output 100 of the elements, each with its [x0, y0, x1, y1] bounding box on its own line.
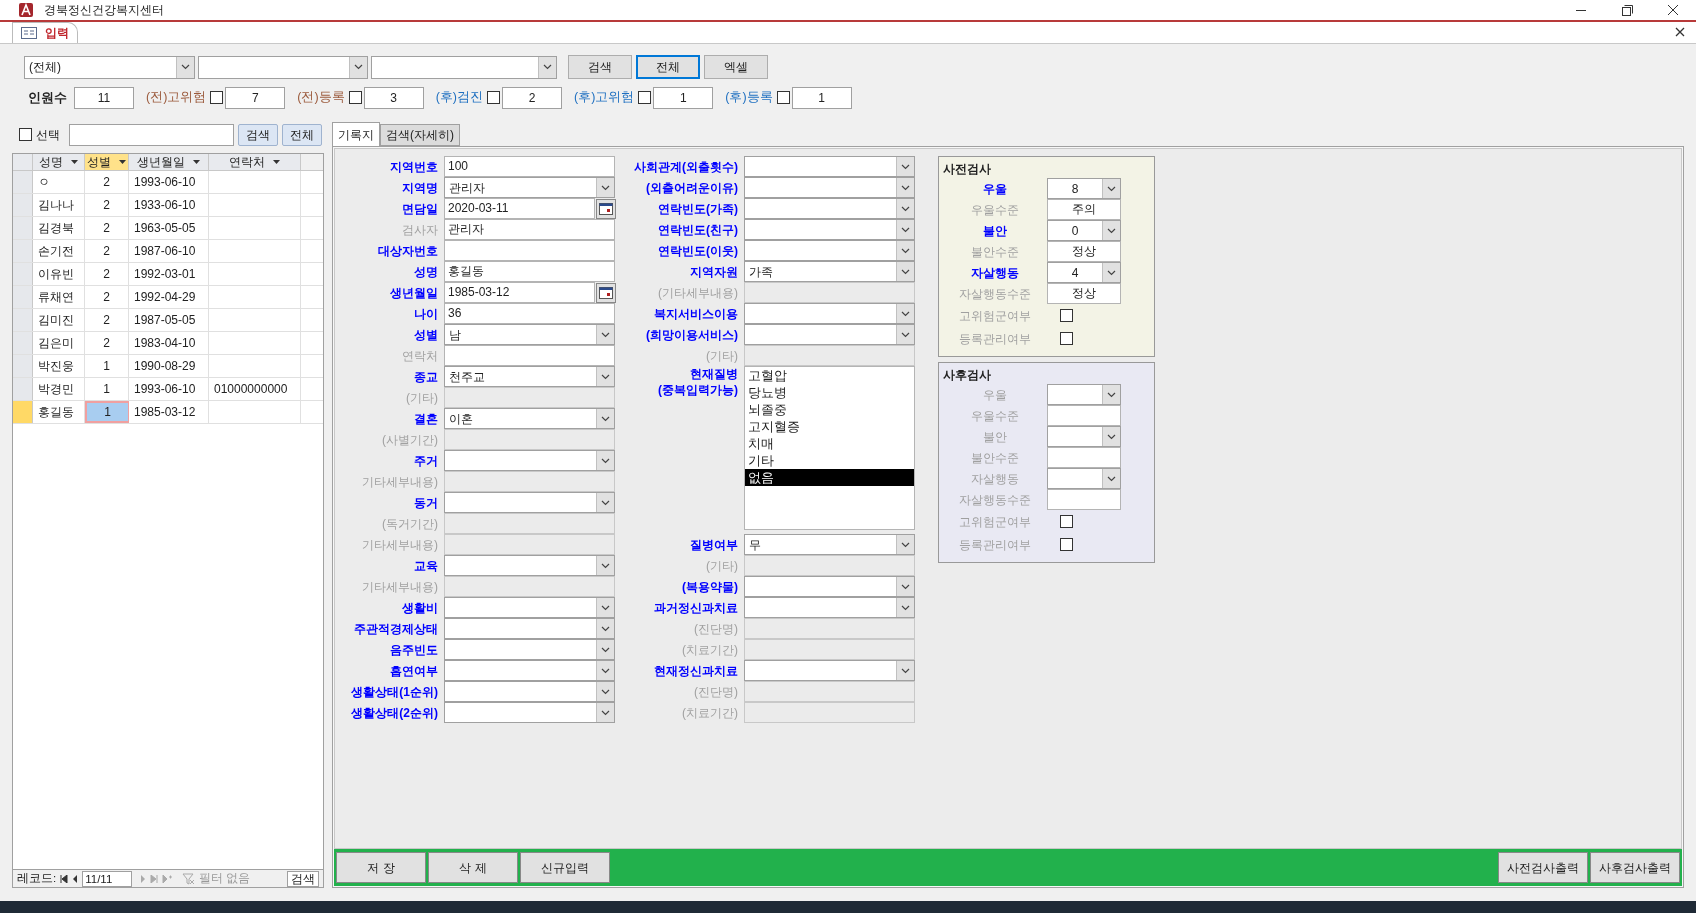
combo-box[interactable] — [744, 324, 915, 345]
text-field[interactable] — [444, 513, 615, 534]
checkbox[interactable] — [1060, 538, 1073, 551]
combo-box[interactable] — [744, 660, 915, 681]
form-tab[interactable]: 검색(자세히) — [380, 124, 460, 146]
text-field[interactable]: 100 — [444, 156, 615, 177]
combo-box[interactable] — [444, 492, 615, 513]
combo-box[interactable]: 이혼 — [444, 408, 615, 429]
text-field[interactable] — [744, 618, 915, 639]
sort-arrow-icon[interactable] — [71, 160, 78, 164]
combo-box[interactable] — [1047, 384, 1121, 405]
list-option[interactable]: 치매 — [745, 435, 914, 452]
close-icon[interactable] — [1674, 26, 1686, 38]
combo-box[interactable] — [444, 681, 615, 702]
disease-listbox[interactable]: 고혈압 당뇨병 뇌졸중 고지혈증 치매 기타 없음 — [744, 366, 915, 530]
search-button[interactable]: 전체 — [282, 123, 322, 146]
combo-box[interactable] — [744, 240, 915, 261]
combo-box[interactable] — [744, 156, 915, 177]
print-button[interactable]: 사전검사출력 — [1498, 852, 1588, 883]
text-field[interactable] — [444, 534, 615, 555]
sort-arrow-icon[interactable] — [273, 160, 280, 164]
combo-box[interactable] — [1047, 468, 1121, 489]
record-search-field[interactable]: 검색 — [287, 870, 319, 887]
combo-box[interactable] — [444, 639, 615, 660]
combo-box[interactable] — [744, 597, 915, 618]
date-field[interactable]: 2020-03-11 — [444, 198, 595, 219]
record-selector[interactable] — [13, 217, 33, 239]
next-record-icon[interactable] — [140, 874, 147, 883]
checkbox[interactable] — [1060, 309, 1073, 322]
text-field[interactable]: 36 — [444, 303, 615, 324]
print-button[interactable]: 사후검사출력 — [1590, 852, 1680, 883]
new-record-icon[interactable] — [162, 874, 173, 883]
combo-box[interactable]: (전체) — [24, 55, 195, 79]
text-field[interactable] — [444, 429, 615, 450]
text-field[interactable] — [744, 282, 915, 303]
record-selector[interactable] — [13, 378, 33, 400]
text-field[interactable]: 정상 — [1047, 241, 1121, 262]
search-field[interactable] — [69, 123, 234, 146]
select-all-corner[interactable] — [13, 154, 33, 170]
text-field[interactable] — [1047, 447, 1121, 468]
text-field[interactable]: 주의 — [1047, 199, 1121, 220]
list-option[interactable]: 고혈압 — [745, 367, 914, 384]
text-field[interactable] — [444, 471, 615, 492]
checkbox[interactable] — [776, 91, 790, 104]
text-field[interactable]: 관리자 — [444, 219, 615, 240]
combo-box[interactable]: 4 — [1047, 262, 1121, 283]
calendar-button[interactable] — [596, 282, 616, 303]
calendar-button[interactable] — [596, 198, 616, 219]
checkbox[interactable] — [19, 128, 32, 141]
toolbar-button[interactable]: 전체 — [636, 55, 700, 79]
filter-icon[interactable] — [182, 872, 196, 885]
sort-arrow-icon[interactable] — [193, 160, 200, 164]
combo-box[interactable] — [744, 219, 915, 240]
checkbox[interactable] — [210, 91, 224, 104]
combo-box[interactable] — [744, 303, 915, 324]
toolbar-button[interactable]: 엑셀 — [704, 55, 768, 79]
column-header[interactable]: 연락처 — [209, 154, 301, 170]
combo-box[interactable] — [444, 660, 615, 681]
date-field[interactable]: 1985-03-12 — [444, 282, 595, 303]
list-option[interactable]: 없음 — [745, 469, 914, 486]
combo-box[interactable] — [444, 702, 615, 723]
combo-box[interactable]: 가족 — [744, 261, 915, 282]
first-record-icon[interactable] — [60, 874, 69, 883]
combo-box[interactable] — [1047, 426, 1121, 447]
sort-arrow-icon[interactable] — [119, 160, 126, 164]
record-selector[interactable] — [13, 194, 33, 216]
previous-record-icon[interactable] — [72, 874, 79, 883]
combo-box[interactable] — [444, 618, 615, 639]
document-tab[interactable]: 입력 — [12, 22, 78, 43]
list-option[interactable]: 당뇨병 — [745, 384, 914, 401]
list-option[interactable]: 뇌졸중 — [745, 401, 914, 418]
text-field[interactable] — [744, 345, 915, 366]
text-field[interactable]: 정상 — [1047, 283, 1121, 304]
text-field[interactable] — [444, 387, 615, 408]
search-button[interactable]: 검색 — [238, 123, 278, 146]
action-button[interactable]: 신규입력 — [520, 852, 610, 883]
text-field[interactable] — [444, 576, 615, 597]
column-header[interactable]: 생년월일 — [129, 154, 209, 170]
combo-box[interactable] — [744, 198, 915, 219]
record-position-field[interactable]: 11/11 — [82, 870, 133, 887]
combo-box[interactable]: 남 — [444, 324, 615, 345]
text-field[interactable] — [744, 639, 915, 660]
combo-box[interactable] — [744, 576, 915, 597]
text-field[interactable] — [744, 681, 915, 702]
record-selector[interactable] — [13, 286, 33, 308]
record-selector[interactable] — [13, 263, 33, 285]
combo-box[interactable] — [744, 177, 915, 198]
combo-box[interactable]: 8 — [1047, 178, 1121, 199]
combo-box[interactable] — [198, 55, 368, 79]
combo-box[interactable] — [444, 597, 615, 618]
text-field[interactable] — [1047, 405, 1121, 426]
text-field[interactable] — [444, 345, 615, 366]
record-selector[interactable] — [13, 309, 33, 331]
record-selector[interactable] — [13, 171, 33, 193]
combo-box[interactable]: 0 — [1047, 220, 1121, 241]
combo-box[interactable] — [444, 450, 615, 471]
list-option[interactable]: 고지혈증 — [745, 418, 914, 435]
form-tab[interactable]: 기록지 — [332, 122, 380, 146]
checkbox[interactable] — [1060, 515, 1073, 528]
text-field[interactable] — [1047, 489, 1121, 510]
